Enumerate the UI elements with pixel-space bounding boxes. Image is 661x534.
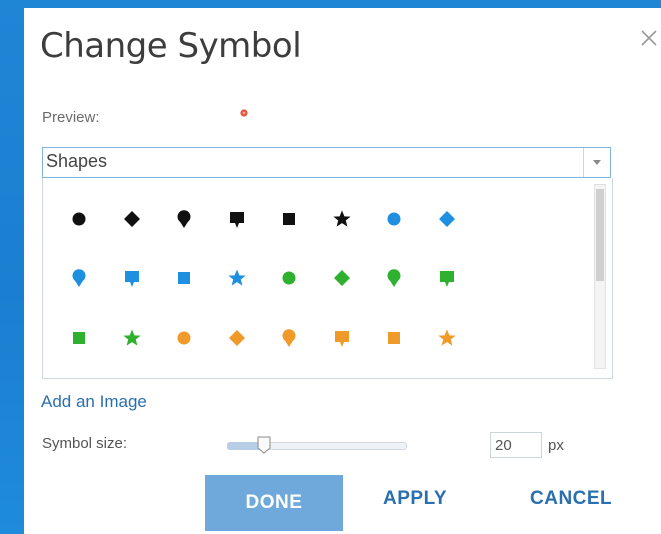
green-circle-icon[interactable] xyxy=(277,266,301,290)
black-star-icon[interactable] xyxy=(330,207,354,231)
symbol-size-label: Symbol size: xyxy=(42,435,128,452)
blue-diamond-icon[interactable] xyxy=(435,207,459,231)
black-callout-icon[interactable] xyxy=(225,207,249,231)
add-image-link[interactable]: Add an Image xyxy=(41,392,147,412)
dialog-title: Change Symbol xyxy=(40,26,302,66)
black-pin-icon[interactable] xyxy=(172,207,196,231)
black-circle-icon[interactable] xyxy=(67,207,91,231)
symbol-grid xyxy=(42,178,613,379)
orange-callout-icon[interactable] xyxy=(330,326,354,350)
blue-square-icon[interactable] xyxy=(172,266,196,290)
orange-square-icon[interactable] xyxy=(382,326,406,350)
green-pin-icon[interactable] xyxy=(382,266,406,290)
blue-callout-icon[interactable] xyxy=(120,266,144,290)
preview-label: Preview: xyxy=(42,109,100,126)
size-unit-label: px xyxy=(548,437,564,454)
green-diamond-icon[interactable] xyxy=(330,266,354,290)
change-symbol-dialog: Change Symbol Preview: Shapes Add an Ima… xyxy=(24,8,661,534)
orange-star-icon[interactable] xyxy=(435,326,459,350)
orange-diamond-icon[interactable] xyxy=(225,326,249,350)
scroll-thumb[interactable] xyxy=(596,189,604,281)
green-star-icon[interactable] xyxy=(120,326,144,350)
chevron-down-icon[interactable] xyxy=(583,148,610,177)
symbol-category-select[interactable]: Shapes xyxy=(42,147,611,178)
blue-pin-icon[interactable] xyxy=(67,266,91,290)
symbol-grid-scrollbar[interactable] xyxy=(594,184,606,369)
green-callout-icon[interactable] xyxy=(435,266,459,290)
apply-button[interactable]: APPLY xyxy=(383,488,447,510)
preview-symbol-icon xyxy=(238,107,250,119)
close-icon[interactable] xyxy=(637,26,661,50)
slider-thumb[interactable] xyxy=(257,436,271,454)
orange-circle-icon[interactable] xyxy=(172,326,196,350)
black-square-icon[interactable] xyxy=(277,207,301,231)
select-value: Shapes xyxy=(46,151,108,171)
done-button[interactable]: DONE xyxy=(205,475,343,531)
blue-star-icon[interactable] xyxy=(225,266,249,290)
cancel-button[interactable]: CANCEL xyxy=(530,488,612,510)
blue-circle-icon[interactable] xyxy=(382,207,406,231)
orange-pin-icon[interactable] xyxy=(277,326,301,350)
symbol-size-input[interactable] xyxy=(490,432,542,458)
green-square-icon[interactable] xyxy=(67,326,91,350)
symbol-size-slider[interactable] xyxy=(227,436,407,456)
black-diamond-icon[interactable] xyxy=(120,207,144,231)
